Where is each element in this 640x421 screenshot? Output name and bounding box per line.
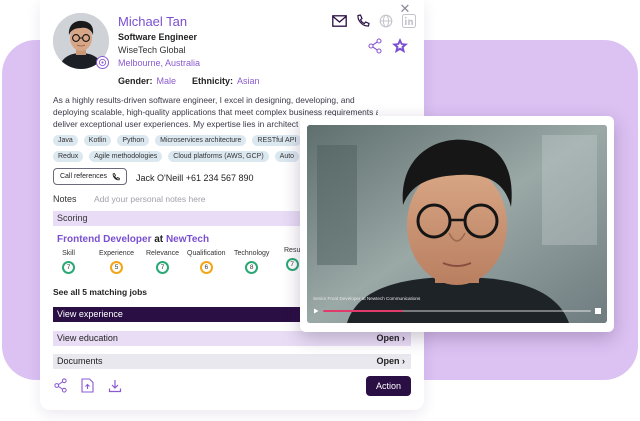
phone-icon[interactable] — [355, 13, 370, 28]
score-ring: 7 — [285, 258, 299, 271]
view-education-label: View education — [57, 333, 118, 343]
candidate-company: WiseTech Global — [118, 45, 186, 55]
call-references-button[interactable]: Call references — [53, 168, 127, 185]
play-icon[interactable] — [313, 308, 319, 314]
action-button[interactable]: Action — [366, 376, 411, 396]
metric-experience: Experience 5 — [99, 250, 134, 274]
skill-chip: Python — [117, 135, 150, 146]
bottom-toolbar — [53, 378, 122, 393]
chevron-right-icon: › — [402, 356, 405, 366]
contact-icons — [332, 13, 416, 28]
notes-input[interactable] — [94, 192, 294, 205]
job-role: Frontend Developer — [57, 234, 152, 245]
view-education-row[interactable]: View education Open › — [53, 331, 411, 346]
call-references-label: Call references — [59, 173, 108, 180]
phone-icon — [112, 172, 120, 180]
ethnicity-label: Ethnicity: — [192, 76, 234, 86]
email-icon[interactable] — [332, 13, 347, 28]
open-documents-button[interactable]: Open › — [376, 354, 405, 369]
chevron-right-icon: › — [402, 333, 405, 343]
video-caption: Senior Front Developer at Newtech Commun… — [313, 296, 421, 301]
metric-label: Technology — [234, 250, 270, 257]
demographics: Gender: Male Ethnicity: Asian — [118, 76, 260, 86]
video-progress-fill — [323, 310, 404, 312]
candidate-location[interactable]: Melbourne, Australia — [118, 58, 200, 68]
download-icon[interactable] — [107, 378, 122, 393]
video-frame[interactable]: Senior Front Developer at Newtech Commun… — [307, 125, 607, 323]
globe-icon[interactable] — [378, 13, 393, 28]
skill-chip: Agile methodologies — [89, 151, 163, 162]
open-label: Open — [376, 356, 400, 366]
fullscreen-icon[interactable] — [595, 308, 601, 314]
matched-job[interactable]: Frontend Developer at NewTech — [57, 234, 209, 245]
job-at: at — [154, 234, 164, 245]
linkedin-icon[interactable] — [401, 13, 416, 28]
metric-label: Qualification — [187, 250, 226, 257]
candidate-title: Software Engineer — [118, 32, 198, 42]
score-ring: 8 — [245, 261, 259, 274]
metric-qualification: Qualification 6 — [187, 250, 226, 274]
documents-row[interactable]: Documents Open › — [53, 354, 411, 369]
favorite-star-icon[interactable] — [391, 37, 409, 55]
metric-relevance: Relevance 7 — [146, 250, 179, 274]
metric-technology: Technology 8 — [234, 250, 269, 274]
skill-chip: Java — [53, 135, 78, 146]
bio-line: As a highly results-driven software engi… — [53, 95, 355, 105]
ethnicity-value: Asian — [237, 76, 260, 86]
share-icon[interactable] — [53, 378, 68, 393]
metric-label: Experience — [99, 250, 135, 257]
reference-contact: Jack O'Neill +61 234 567 890 — [136, 173, 254, 183]
documents-label: Documents — [57, 356, 103, 366]
verified-badge-icon — [96, 56, 109, 69]
metric-skill: Skill 7 — [62, 250, 75, 274]
metric-label: Skill — [62, 250, 75, 257]
metric-resume: Resu 7 — [284, 247, 300, 271]
score-ring: 5 — [110, 261, 124, 274]
score-ring: 6 — [199, 261, 213, 274]
video-player-card: Senior Front Developer at Newtech Commun… — [300, 116, 614, 332]
video-progress-track[interactable] — [323, 310, 591, 312]
score-ring: 7 — [62, 261, 75, 274]
metric-label: Relevance — [146, 250, 180, 257]
upload-file-icon[interactable] — [80, 378, 95, 393]
gender-value: Male — [156, 76, 177, 86]
open-label: Open — [376, 333, 400, 343]
score-ring: 7 — [156, 261, 170, 274]
view-experience-label: View experience — [57, 309, 123, 319]
share-icon[interactable] — [367, 38, 383, 54]
candidate-name: Michael Tan — [118, 14, 188, 29]
notes-label: Notes — [53, 194, 77, 204]
gender-label: Gender: — [118, 76, 153, 86]
skill-chip: Kotlin — [83, 135, 112, 146]
skill-chip: Redux — [53, 151, 84, 162]
skill-chip: Microservices architecture — [155, 135, 247, 146]
skill-chip: RESTful API — [252, 135, 302, 146]
video-controls — [313, 307, 601, 315]
open-education-button[interactable]: Open › — [376, 331, 405, 346]
skill-chip: Cloud platforms (AWS, GCP) — [168, 151, 269, 162]
job-company: NewTech — [165, 234, 210, 245]
metric-label: Resu — [284, 247, 301, 254]
skill-chip: Auto — [274, 151, 300, 162]
see-all-jobs-link[interactable]: See all 5 matching jobs — [53, 287, 147, 297]
